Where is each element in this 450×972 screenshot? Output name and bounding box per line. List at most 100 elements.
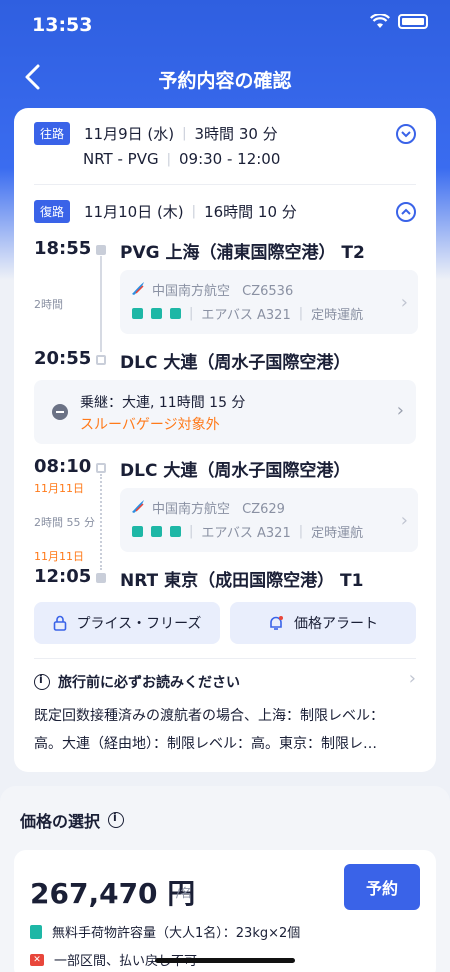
fare-option-card[interactable]: 267,470 円 /名 予約 無料手荷物許容量（大人1名）：23kg×2個 ✕…: [14, 850, 436, 972]
seg2-amenities-row: | エアバス A321 | 定時運航: [132, 522, 363, 541]
outbound-times: 09:30 - 12:00: [178, 150, 281, 168]
seg1-airline-row: 中国南方航空 CZ6536: [152, 280, 293, 299]
price-freeze-button[interactable]: プライス・フリーズ: [34, 602, 220, 644]
entertainment-icon: [151, 526, 162, 537]
return-date: 11月10日 (木): [84, 203, 184, 221]
outbound-date: 11月9日 (水): [84, 125, 175, 143]
airline-logo-icon: [132, 282, 144, 295]
seg1-flight-details[interactable]: 中国南方航空 CZ6536 | エアバス A321 | 定時運航 ›: [120, 270, 418, 334]
outbound-header: 往路 11月9日 (水) | 3時間 30 分: [34, 122, 278, 145]
price-alert-label: 価格アラート: [294, 616, 378, 632]
notice-line-2: 高。大連（経由地）：制限レベル：高。東京：制限レ…: [34, 736, 377, 752]
info-icon: [34, 673, 50, 690]
separator: |: [189, 524, 194, 539]
status-time: 13:53: [32, 14, 93, 36]
chevron-right-icon: ›: [400, 292, 408, 313]
timeline-node: [96, 355, 106, 365]
wifi-icon: [370, 14, 390, 28]
price-selection-label: 価格の選択: [20, 812, 101, 831]
outbound-route: NRT - PVG: [83, 150, 159, 168]
luggage-icon: [30, 924, 42, 939]
seg1-aircraft: エアバス A321: [201, 308, 291, 323]
power-icon: [170, 526, 181, 537]
seg2-departure-date: 11月11日: [34, 482, 84, 495]
outbound-route-row: NRT - PVG | 09:30 - 12:00: [83, 150, 280, 168]
chevron-right-icon[interactable]: ›: [409, 668, 416, 689]
seg2-airline: 中国南方航空: [152, 502, 231, 517]
price-alert-button[interactable]: 価格アラート: [230, 602, 416, 644]
return-tag: 復路: [34, 200, 71, 223]
lock-icon: [53, 615, 66, 631]
fade-overlay: [368, 488, 418, 552]
seg2-arrival-airport: NRT 東京（成田国際空港） T1: [120, 571, 364, 591]
non-refundable-icon: ✕: [30, 953, 44, 966]
expand-outbound-icon[interactable]: [396, 124, 416, 144]
seg1-departure-airport: PVG 上海（浦東国際空港） T2: [120, 243, 365, 263]
seg2-flight-number: CZ629: [242, 502, 285, 517]
itinerary-card: 往路 11月9日 (水) | 3時間 30 分 NRT - PVG | 09:3…: [14, 108, 436, 772]
seg1-arrival-airport: DLC 大連（周水子国際空港）: [120, 353, 351, 373]
separator: |: [166, 151, 171, 167]
seg2-flight-details[interactable]: 中国南方航空 CZ629 | エアバス A321 | 定時運航 ›: [120, 488, 418, 552]
chevron-right-icon: ›: [400, 510, 408, 531]
transfer-info[interactable]: 乗継：大連, 11時間 15 分 スルーバゲージ対象外 ›: [34, 380, 416, 444]
baggage-text: 無料手荷物許容量（大人1名）：23kg×2個: [52, 926, 301, 941]
transfer-baggage-note: スルーバゲージ対象外: [80, 417, 220, 433]
separator: |: [298, 524, 304, 539]
seg2-aircraft: エアバス A321: [201, 526, 291, 541]
home-indicator: [155, 958, 295, 963]
page-title: 予約内容の確認: [158, 70, 292, 92]
timeline-node: [96, 245, 106, 255]
timeline-line: [100, 474, 102, 570]
battery-icon: [398, 14, 428, 29]
seg1-flight-number: CZ6536: [242, 284, 294, 299]
fare-price: 267,470 円: [30, 877, 196, 910]
navigation-bar: 予約内容の確認: [0, 56, 450, 100]
timeline-line: [100, 256, 102, 352]
baggage-allowance: 無料手荷物許容量（大人1名）：23kg×2個: [30, 922, 300, 941]
outbound-tag: 往路: [34, 122, 71, 145]
timeline-node: [96, 573, 106, 583]
separator: |: [191, 204, 197, 219]
transfer-text: 乗継：大連, 11時間 15 分: [80, 395, 246, 411]
seg2-departure-airport: DLC 大連（周水子国際空港）: [120, 461, 351, 481]
status-bar: 13:53: [0, 0, 450, 50]
travel-notice-title[interactable]: 旅行前に必ずお読みください: [34, 672, 240, 692]
meal-icon: [132, 308, 143, 319]
return-header: 復路 11月10日 (木) | 16時間 10 分: [34, 200, 297, 223]
bell-icon: [270, 616, 283, 630]
seg2-duration: 2時間 55 分: [34, 516, 95, 529]
divider: [34, 184, 416, 185]
seg1-amenities-row: | エアバス A321 | 定時運航: [132, 304, 363, 323]
collapse-return-icon[interactable]: [396, 202, 416, 222]
travel-notice-body: 既定回数接種済みの渡航者の場合、上海：制限レベル： 高。大連（経由地）：制限レベ…: [34, 702, 418, 758]
seg1-arrival-time: 20:55: [34, 348, 92, 369]
seg2-arrival-date: 11月11日: [34, 550, 84, 563]
seg1-airline: 中国南方航空: [152, 284, 231, 299]
fare-per-person: /名: [176, 886, 193, 900]
price-freeze-label: プライス・フリーズ: [76, 616, 202, 632]
return-duration: 16時間 10 分: [204, 203, 297, 221]
price-selection-title: 価格の選択: [20, 808, 125, 832]
travel-notice-label: 旅行前に必ずお読みください: [58, 675, 240, 691]
info-icon[interactable]: [108, 811, 125, 828]
seg2-departure-time: 08:10: [34, 456, 92, 477]
seg2-punctuality: 定時運航: [311, 526, 364, 541]
notice-line-1: 既定回数接種済みの渡航者の場合、上海：制限レベル：: [34, 708, 384, 724]
fade-overlay: [368, 270, 418, 334]
seg2-airline-row: 中国南方航空 CZ629: [152, 498, 285, 517]
separator: |: [298, 306, 304, 321]
divider: [34, 658, 416, 659]
seg1-punctuality: 定時運航: [311, 308, 364, 323]
seg1-duration: 2時間: [34, 298, 63, 311]
outbound-duration: 3時間 30 分: [194, 125, 278, 143]
power-icon: [170, 308, 181, 319]
seg2-arrival-time: 12:05: [34, 566, 92, 587]
book-button[interactable]: 予約: [344, 864, 420, 910]
airline-logo-icon: [132, 500, 144, 513]
meal-icon: [132, 526, 143, 537]
timeline-node: [96, 463, 106, 473]
separator: |: [189, 306, 194, 321]
entertainment-icon: [151, 308, 162, 319]
no-entry-icon: [52, 404, 68, 420]
